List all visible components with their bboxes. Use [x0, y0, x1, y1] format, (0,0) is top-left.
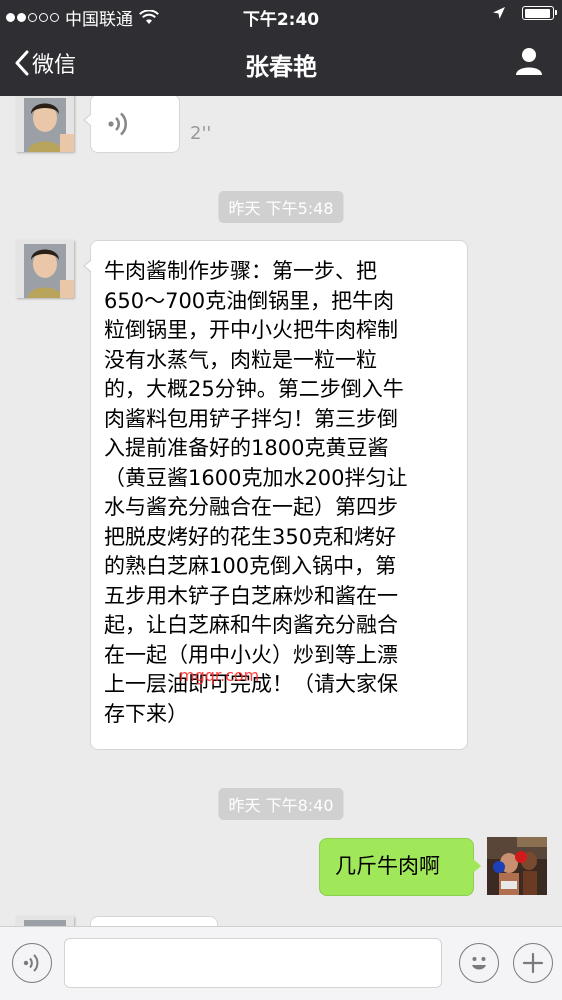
chat-message-list[interactable]: 2'' 昨天 下午5:48 牛肉酱制作步骤：第一步、把 650～700克油倒锅里，… — [0, 96, 562, 926]
chevron-left-icon — [15, 50, 29, 76]
message-line: 肉酱料包用铲子拌匀！第三步倒 — [104, 406, 398, 431]
voice-toggle-icon — [23, 954, 39, 972]
message-line: 牛肉酱制作步骤：第一步、把 — [104, 259, 377, 283]
battery-level — [524, 8, 551, 18]
text-message-bubble[interactable]: 牛肉酱制作步骤：第一步、把 650～700克油倒锅里，把牛肉 粒倒锅里，开中小火把牛… — [83, 240, 468, 750]
message-text: 几斤牛肉啊 — [335, 854, 440, 878]
message-line: 的熟白芝麻100克倒入锅中，第 — [104, 554, 397, 578]
battery-icon — [522, 6, 557, 20]
message-text: 牛肉酱制作步骤：第一步、把 650～700克油倒锅里，把牛肉 粒倒锅里，开中小火把牛… — [104, 257, 460, 729]
message-input-bar — [0, 926, 562, 1000]
location-arrow-icon — [493, 7, 505, 19]
back-button[interactable]: 微信 — [14, 47, 76, 79]
message-line: 上一层油即可完成！（请大家保 — [104, 672, 398, 696]
emoji-button[interactable] — [459, 943, 499, 983]
back-label: 微信 — [32, 53, 77, 78]
message-line: 水与酱充分融合在一起）第四步 — [104, 495, 398, 519]
message-line: 起，让白芝麻和牛肉酱充分融合 — [104, 613, 398, 637]
contact-avatar[interactable] — [16, 916, 74, 926]
contact-photo — [16, 240, 74, 298]
chat-header: 微信 张春艳 — [0, 30, 562, 96]
self-avatar[interactable] — [487, 837, 547, 895]
message-line: 粒倒锅里，开中小火把牛肉榨制 — [104, 318, 398, 342]
message-line: （黄豆酱1600克加水200拌匀让 — [104, 465, 408, 490]
voice-playback-icon — [108, 112, 128, 136]
outgoing-message-bubble[interactable]: 几斤牛肉啊 — [319, 838, 481, 896]
message-line: 没有水蒸气，肉粒是一粒一粒 — [104, 347, 377, 372]
message-line: 把脱皮烤好的花生350克和烤好 — [104, 524, 397, 549]
self-photo — [487, 837, 547, 895]
message-line: 在一起（用中小火）炒到等上漂 — [104, 642, 398, 667]
message-line: 650～700克油倒锅里，把牛肉 — [104, 288, 395, 313]
emoji-icon — [472, 957, 486, 970]
message-input[interactable] — [64, 938, 442, 988]
message-line: 存下来） — [104, 701, 188, 726]
timestamp-divider: 昨天 下午8:40 — [218, 788, 344, 820]
text-message-bubble[interactable] — [90, 916, 218, 926]
message-line: 的，大概25分钟。第二步倒入牛 — [104, 377, 404, 401]
status-bar: 中国联通 下午2:40 — [0, 0, 562, 30]
voice-message-bubble[interactable] — [83, 96, 180, 153]
status-time: 下午2:40 — [242, 10, 320, 30]
contact-avatar[interactable] — [16, 240, 74, 298]
contact-photo — [16, 916, 74, 926]
contact-photo — [16, 96, 74, 152]
plus-button[interactable] — [513, 943, 553, 983]
plus-icon — [522, 952, 544, 974]
message-line: 五步用木铲子白芝麻炒和酱在一 — [104, 583, 398, 608]
message-line: 入提前准备好的1800克黄豆酱 — [104, 436, 389, 460]
voice-toggle-button[interactable] — [12, 943, 52, 983]
person-icon — [516, 48, 542, 75]
contact-profile-button[interactable] — [514, 46, 544, 80]
chat-title: 张春艳 — [245, 53, 317, 81]
timestamp-divider: 昨天 下午5:48 — [218, 191, 344, 223]
voice-duration: 2'' — [190, 123, 212, 144]
contact-avatar[interactable] — [16, 96, 74, 152]
status-right — [492, 6, 557, 20]
